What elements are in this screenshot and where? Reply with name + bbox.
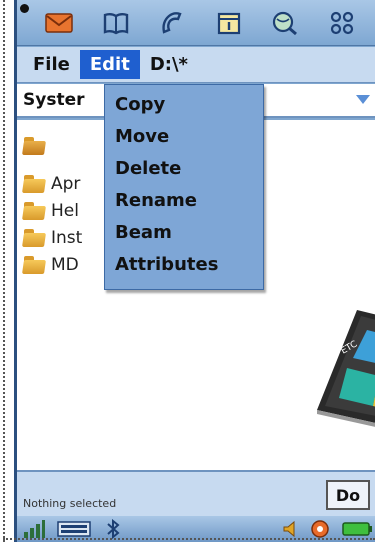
list-item[interactable]: Inst (22, 226, 83, 250)
signal-icon (23, 519, 45, 539)
menu-bar: File Edit D:\* (17, 47, 375, 83)
search-globe-icon[interactable] (270, 9, 300, 37)
current-path: D:\* (149, 54, 188, 75)
list-item-label: Hel (51, 201, 79, 221)
list-item[interactable]: Hel (22, 199, 79, 223)
corner-dot (20, 4, 29, 13)
volume-icon[interactable] (282, 519, 298, 539)
page-cut-border-bottom (3, 538, 375, 540)
folder-icon (22, 175, 47, 193)
list-item[interactable]: Apr (22, 172, 81, 196)
edit-menu-dropdown: Copy Move Delete Rename Beam Attributes (104, 84, 264, 290)
menu-item-delete[interactable]: Delete (115, 153, 263, 185)
keyboard-icon[interactable] (57, 519, 91, 539)
device-screen: File Edit D:\* Syster Apr Hel Inst MD ET… (14, 0, 375, 542)
status-text: Nothing selected (23, 497, 117, 510)
phone-icon[interactable] (157, 9, 187, 37)
apps-grid-icon[interactable] (327, 9, 357, 37)
chevron-down-icon[interactable] (356, 95, 370, 104)
book-image: ETC (317, 310, 375, 430)
book-icon[interactable] (101, 9, 131, 37)
menu-edit[interactable]: Edit (79, 50, 140, 79)
battery-icon (342, 519, 372, 539)
menu-item-attributes[interactable]: Attributes (115, 249, 263, 281)
menu-item-move[interactable]: Move (115, 121, 263, 153)
parent-folder-row[interactable] (22, 134, 51, 158)
menu-item-rename[interactable]: Rename (115, 185, 263, 217)
page-cut-border (3, 0, 5, 542)
folder-selector-value: Syster (23, 90, 85, 110)
list-item-label: Apr (51, 174, 81, 194)
status-bar: Nothing selected Do (17, 470, 375, 516)
folder-icon (22, 229, 47, 247)
menu-item-beam[interactable]: Beam (115, 217, 263, 249)
menu-file[interactable]: File (23, 50, 80, 79)
do-button[interactable]: Do (326, 480, 370, 510)
app-launcher-bar (17, 0, 375, 46)
calendar-icon[interactable] (214, 9, 244, 37)
list-item-label: MD (51, 255, 79, 275)
tray-right-group (282, 519, 372, 539)
list-item-label: Inst (51, 228, 83, 248)
folder-icon (22, 202, 47, 220)
list-item[interactable]: MD (22, 253, 79, 277)
parent-folder-icon (22, 137, 47, 155)
menu-item-copy[interactable]: Copy (115, 89, 263, 121)
record-icon[interactable] (310, 519, 330, 539)
bluetooth-icon[interactable] (103, 519, 123, 539)
folder-icon (22, 256, 47, 274)
mail-icon[interactable] (44, 9, 74, 37)
